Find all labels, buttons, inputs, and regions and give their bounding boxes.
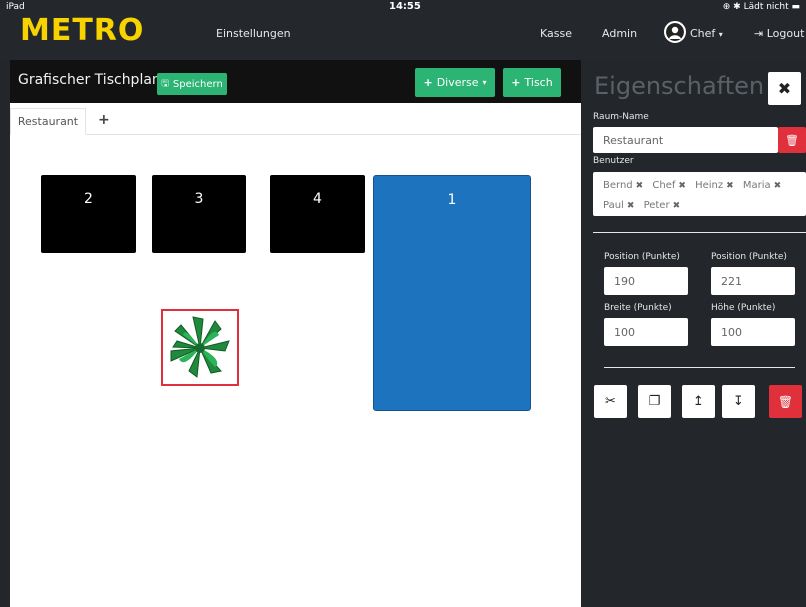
table-2[interactable]: 2 [41, 175, 136, 253]
nav-admin[interactable]: Admin [602, 27, 637, 40]
remove-tag-icon[interactable]: ✖ [774, 181, 782, 191]
table-number: 4 [313, 191, 322, 207]
tag-label: Peter [643, 200, 670, 211]
tab-restaurant[interactable]: Restaurant [10, 108, 86, 135]
remove-tag-icon[interactable]: ✖ [636, 181, 644, 191]
position-x-label: Position (Punkte) [604, 252, 680, 262]
copy-button[interactable]: ❐ [638, 385, 671, 418]
plus-icon: + [511, 76, 521, 89]
nav-settings[interactable]: Einstellungen [216, 27, 291, 40]
plus-icon: + [423, 76, 433, 89]
table-1-selected[interactable]: 1 [373, 175, 531, 411]
user-tag[interactable]: Maria ✖ [743, 176, 781, 196]
properties-title: Eigenschaften [594, 72, 765, 100]
misc-label: Diverse [436, 76, 479, 89]
table-number: 3 [194, 191, 204, 207]
cut-button[interactable]: ✂ [594, 385, 627, 418]
plant-icon [170, 316, 230, 378]
users-label: Benutzer [593, 156, 634, 166]
page-title: Grafischer Tischplan [18, 72, 161, 88]
close-icon: ✖ [777, 79, 792, 98]
height-label: Höhe (Punkte) [711, 303, 776, 313]
tag-label: Heinz [695, 180, 724, 191]
user-tag[interactable]: Chef ✖ [652, 176, 686, 196]
tag-label: Bernd [603, 180, 633, 191]
trash-icon: 🗑 [777, 394, 794, 409]
users-tag-input[interactable]: Bernd ✖ Chef ✖ Heinz ✖ Maria ✖ Paul ✖ Peter ✖ [593, 172, 806, 216]
plan-toolbar: Grafischer Tischplan 🖫 Speichern + Diver… [10, 60, 581, 103]
height-input[interactable]: 100 [711, 318, 795, 346]
copy-icon: ❐ [648, 394, 661, 409]
caret-down-icon: ▾ [482, 78, 487, 87]
trash-icon: 🗑 [785, 133, 799, 147]
width-label: Breite (Punkte) [604, 303, 672, 313]
scissors-icon: ✂ [605, 394, 616, 409]
remove-tag-icon[interactable]: ✖ [673, 201, 681, 211]
position-x-input[interactable]: 190 [604, 267, 688, 295]
caret-down-icon: ▾ [718, 30, 723, 39]
remove-tag-icon[interactable]: ✖ [627, 201, 635, 211]
table-4[interactable]: 4 [270, 175, 365, 253]
battery-status: ⊕ ✱ Lädt nicht ▬ [722, 2, 800, 12]
floor-plan: Grafischer Tischplan 🖫 Speichern + Diver… [10, 60, 581, 607]
logout-button[interactable]: ⇥ Logout [754, 27, 804, 40]
table-3[interactable]: 3 [152, 175, 246, 253]
delete-element-button[interactable]: 🗑 [769, 385, 802, 418]
table-number: 1 [447, 192, 457, 208]
top-bar: iPad 14:55 ⊕ ✱ Lädt nicht ▬ METRO Einste… [0, 0, 806, 60]
user-tag[interactable]: Peter ✖ [644, 196, 681, 216]
save-label: Speichern [172, 78, 223, 90]
arrow-up-icon: ↥ [693, 394, 704, 409]
position-y-input[interactable]: 221 [711, 267, 795, 295]
tag-label: Chef [652, 180, 676, 191]
battery-icon: ▬ [791, 2, 800, 12]
remove-tag-icon[interactable]: ✖ [726, 181, 734, 191]
divider [593, 232, 806, 233]
user-menu[interactable]: Chef ▾ [690, 27, 723, 40]
room-name-label: Raum-Name [593, 112, 649, 122]
plant-decoration-selected[interactable] [161, 309, 239, 386]
logout-label: Logout [766, 27, 805, 40]
user-name: Chef [690, 27, 716, 40]
tag-label: Maria [742, 180, 771, 191]
divider [604, 367, 795, 368]
save-icon: 🖫 [161, 79, 169, 89]
remove-tag-icon[interactable]: ✖ [678, 181, 686, 191]
room-tabs: Restaurant + [10, 103, 581, 135]
bring-forward-button[interactable]: ↥ [682, 385, 715, 418]
nav-cashier[interactable]: Kasse [540, 27, 572, 40]
add-table-button[interactable]: + Tisch [503, 68, 561, 97]
close-button[interactable]: ✖ [768, 72, 801, 105]
save-button[interactable]: 🖫 Speichern [157, 73, 227, 95]
position-y-label: Position (Punkte) [711, 252, 787, 262]
clock: 14:55 [389, 1, 421, 12]
add-table-label: Tisch [524, 76, 553, 89]
user-icon [666, 23, 684, 41]
logout-icon: ⇥ [754, 27, 764, 40]
width-input[interactable]: 100 [604, 318, 688, 346]
battery-text: Lädt nicht [743, 2, 789, 12]
user-tag[interactable]: Heinz ✖ [695, 176, 734, 196]
tag-label: Paul [603, 200, 624, 211]
user-tag[interactable]: Paul ✖ [603, 196, 634, 216]
user-avatar[interactable] [664, 21, 686, 43]
send-backward-button[interactable]: ↧ [722, 385, 755, 418]
properties-panel: Eigenschaften ✖ Raum-Name Restaurant 🗑 B… [581, 60, 806, 607]
device-name: iPad [6, 2, 25, 12]
add-room-tab[interactable]: + [98, 112, 110, 128]
metro-logo[interactable]: METRO [20, 16, 144, 46]
arrow-down-icon: ↧ [733, 394, 744, 409]
room-name-input[interactable]: Restaurant [593, 127, 778, 153]
delete-room-button[interactable]: 🗑 [778, 127, 806, 153]
user-tag[interactable]: Bernd ✖ [603, 176, 643, 196]
misc-dropdown-button[interactable]: + Diverse ▾ [415, 68, 495, 97]
table-number: 2 [84, 191, 93, 207]
